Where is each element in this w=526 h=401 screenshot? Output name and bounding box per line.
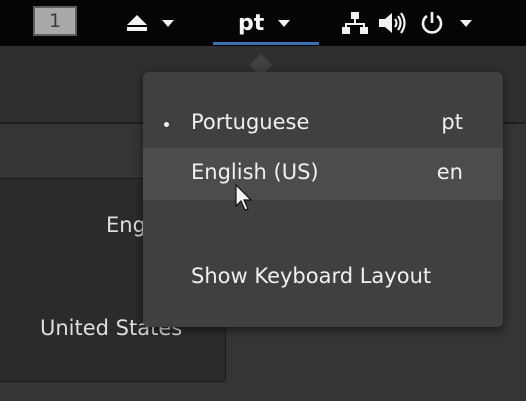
network-icon [342,12,368,34]
eject-icon [127,15,147,31]
input-source-dropdown: Portuguese pt English (US) en Show Keybo… [143,72,503,327]
input-source-label: pt [238,10,265,36]
menu-item-code: pt [441,110,463,134]
chevron-down-icon [162,19,174,27]
workspace-indicator[interactable]: 1 [33,6,77,36]
menu-item-label: Portuguese [191,110,310,134]
menu-item-code: en [436,160,463,184]
active-indicator [213,42,319,45]
show-layout-label: Show Keyboard Layout [191,264,432,288]
system-menu[interactable] [342,0,512,46]
input-source-menu[interactable]: pt [238,0,298,46]
volume-icon [379,12,406,34]
language-value[interactable]: Eng [106,213,146,237]
chevron-down-icon [278,19,291,27]
menu-item-portuguese[interactable]: Portuguese pt [143,98,503,150]
top-bar: 1 pt [0,0,526,46]
selected-dot-icon [164,122,169,127]
menu-item-english-us[interactable]: English (US) en [143,148,503,200]
eject-menu[interactable] [126,0,190,46]
mouse-cursor-icon [235,184,253,211]
chevron-down-icon [460,19,472,27]
show-keyboard-layout[interactable]: Show Keyboard Layout [143,252,503,304]
power-icon [421,12,443,34]
menu-item-label: English (US) [191,160,319,184]
